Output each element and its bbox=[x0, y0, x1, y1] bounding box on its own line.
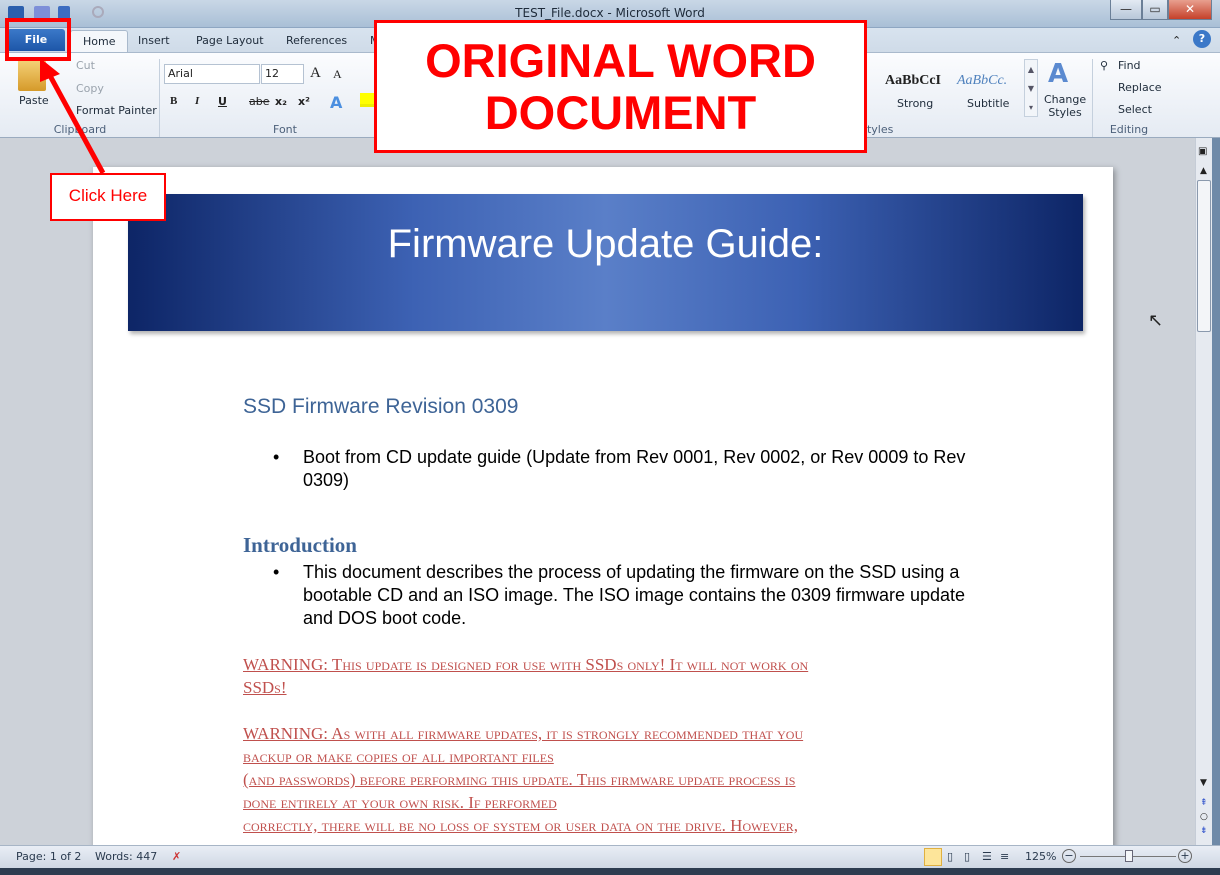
bullet-text: This document describes the process of u… bbox=[303, 562, 966, 628]
scroll-up-icon[interactable]: ▲ bbox=[1200, 166, 1207, 176]
shrink-font-button[interactable]: A bbox=[333, 67, 342, 82]
superscript-button[interactable]: x² bbox=[298, 95, 310, 108]
underline-button[interactable]: U bbox=[218, 95, 227, 108]
font-size-select[interactable]: 12 bbox=[261, 64, 304, 84]
draft-icon[interactable]: ≡ bbox=[1000, 850, 1009, 863]
change-styles-button[interactable]: Change Styles bbox=[1044, 93, 1086, 119]
styles-scroll[interactable]: ▲ ▼ ▾ bbox=[1024, 59, 1038, 117]
bullet-icon: • bbox=[273, 562, 280, 582]
bullet-text: Boot from CD update guide (Update from R… bbox=[303, 447, 966, 490]
page-count[interactable]: Page: 1 of 2 bbox=[16, 850, 81, 863]
bullet-icon: • bbox=[273, 447, 280, 467]
warning-line: WARNING: This update is designed for use… bbox=[243, 655, 809, 674]
scroll-down-icon[interactable]: ▼ bbox=[1200, 778, 1207, 788]
warning-line: if the firmware process is interrupted f… bbox=[243, 837, 973, 845]
zoom-out-button[interactable]: − bbox=[1062, 849, 1076, 863]
mouse-cursor-icon: ↖ bbox=[1148, 310, 1164, 331]
find-icon: ⚲ bbox=[1100, 59, 1109, 72]
browse-object-icon[interactable]: ○ bbox=[1200, 812, 1208, 822]
zoom-slider-thumb[interactable] bbox=[1125, 850, 1133, 862]
grow-font-button[interactable]: A bbox=[310, 65, 321, 82]
status-bar: Page: 1 of 2 Words: 447 ✗ ▯ ▯ ☰ ≡ 125% −… bbox=[0, 845, 1220, 868]
outline-icon[interactable]: ☰ bbox=[982, 850, 992, 863]
close-button[interactable]: ✕ bbox=[1168, 0, 1212, 20]
warning-line: SSDs! bbox=[243, 678, 287, 697]
subscript-button[interactable]: x₂ bbox=[275, 95, 287, 108]
text-effects-icon[interactable]: A bbox=[330, 93, 342, 112]
help-icon[interactable]: ? bbox=[1193, 30, 1211, 48]
warning-line: correctly, there will be no loss of syst… bbox=[243, 816, 799, 835]
heading-revision: SSD Firmware Revision 0309 bbox=[243, 395, 519, 418]
document-page[interactable]: Firmware Update Guide: SSD Firmware Revi… bbox=[93, 167, 1113, 845]
select-button[interactable]: Select bbox=[1118, 103, 1152, 116]
scroll-thumb[interactable] bbox=[1197, 180, 1211, 332]
click-here-callout: Click Here bbox=[50, 173, 166, 221]
word-count[interactable]: Words: 447 bbox=[95, 850, 157, 863]
document-area[interactable]: Firmware Update Guide: SSD Firmware Revi… bbox=[0, 138, 1195, 845]
zoom-level[interactable]: 125% bbox=[1025, 850, 1056, 863]
next-page-icon[interactable]: ⇟ bbox=[1200, 826, 1208, 836]
previous-page-icon[interactable]: ⇞ bbox=[1200, 798, 1208, 808]
warning-line: done entirely at your own risk. If perfo… bbox=[243, 793, 557, 812]
replace-button[interactable]: Replace bbox=[1118, 81, 1162, 94]
ruler-toggle-icon[interactable]: ▣ bbox=[1198, 146, 1207, 157]
vertical-scrollbar[interactable]: ▣ ▲ ▼ ⇞ ○ ⇟ bbox=[1195, 138, 1212, 845]
window-frame bbox=[0, 868, 1220, 875]
tab-references[interactable]: References bbox=[274, 30, 359, 52]
full-screen-reading-icon[interactable]: ▯ bbox=[947, 850, 953, 863]
divider bbox=[1092, 59, 1093, 137]
style-strong[interactable]: Strong bbox=[897, 97, 933, 110]
proofing-icon[interactable]: ✗ bbox=[172, 850, 181, 863]
change-styles-icon[interactable]: A bbox=[1048, 59, 1068, 89]
arrow-shaft bbox=[45, 70, 106, 175]
heading-introduction: Introduction bbox=[243, 533, 357, 557]
warning-line: WARNING: As with all firmware updates, i… bbox=[243, 724, 804, 743]
banner-title: Firmware Update Guide: bbox=[128, 194, 1083, 331]
maximize-button[interactable]: ▭ bbox=[1142, 0, 1168, 20]
warning-1: WARNING: This update is designed for use… bbox=[243, 653, 973, 699]
print-layout-icon[interactable] bbox=[924, 848, 942, 866]
warning-line: (and passwords) before performing this u… bbox=[243, 770, 796, 789]
strikethrough-button[interactable]: abe bbox=[249, 95, 270, 108]
warning-line: backup or make copies of all important f… bbox=[243, 747, 554, 766]
font-group-label: Font bbox=[273, 123, 297, 136]
warning-2: WARNING: As with all firmware updates, i… bbox=[243, 722, 973, 845]
annotation-label: ORIGINAL WORD DOCUMENT bbox=[374, 20, 867, 153]
zoom-in-button[interactable]: + bbox=[1178, 849, 1192, 863]
annotation-arrow bbox=[40, 58, 106, 175]
minimize-button[interactable]: — bbox=[1110, 0, 1142, 20]
web-layout-icon[interactable]: ▯ bbox=[964, 850, 970, 863]
collapse-ribbon-icon[interactable]: ⌃ bbox=[1172, 34, 1181, 47]
style-strong-preview[interactable]: AaBbCcI bbox=[885, 73, 941, 89]
find-button[interactable]: Find bbox=[1118, 59, 1141, 72]
style-subtitle-preview[interactable]: AaBbCc. bbox=[957, 73, 1007, 89]
style-subtitle[interactable]: Subtitle bbox=[967, 97, 1009, 110]
highlight-icon[interactable] bbox=[360, 93, 374, 107]
editing-group-label: Editing bbox=[1109, 123, 1149, 136]
